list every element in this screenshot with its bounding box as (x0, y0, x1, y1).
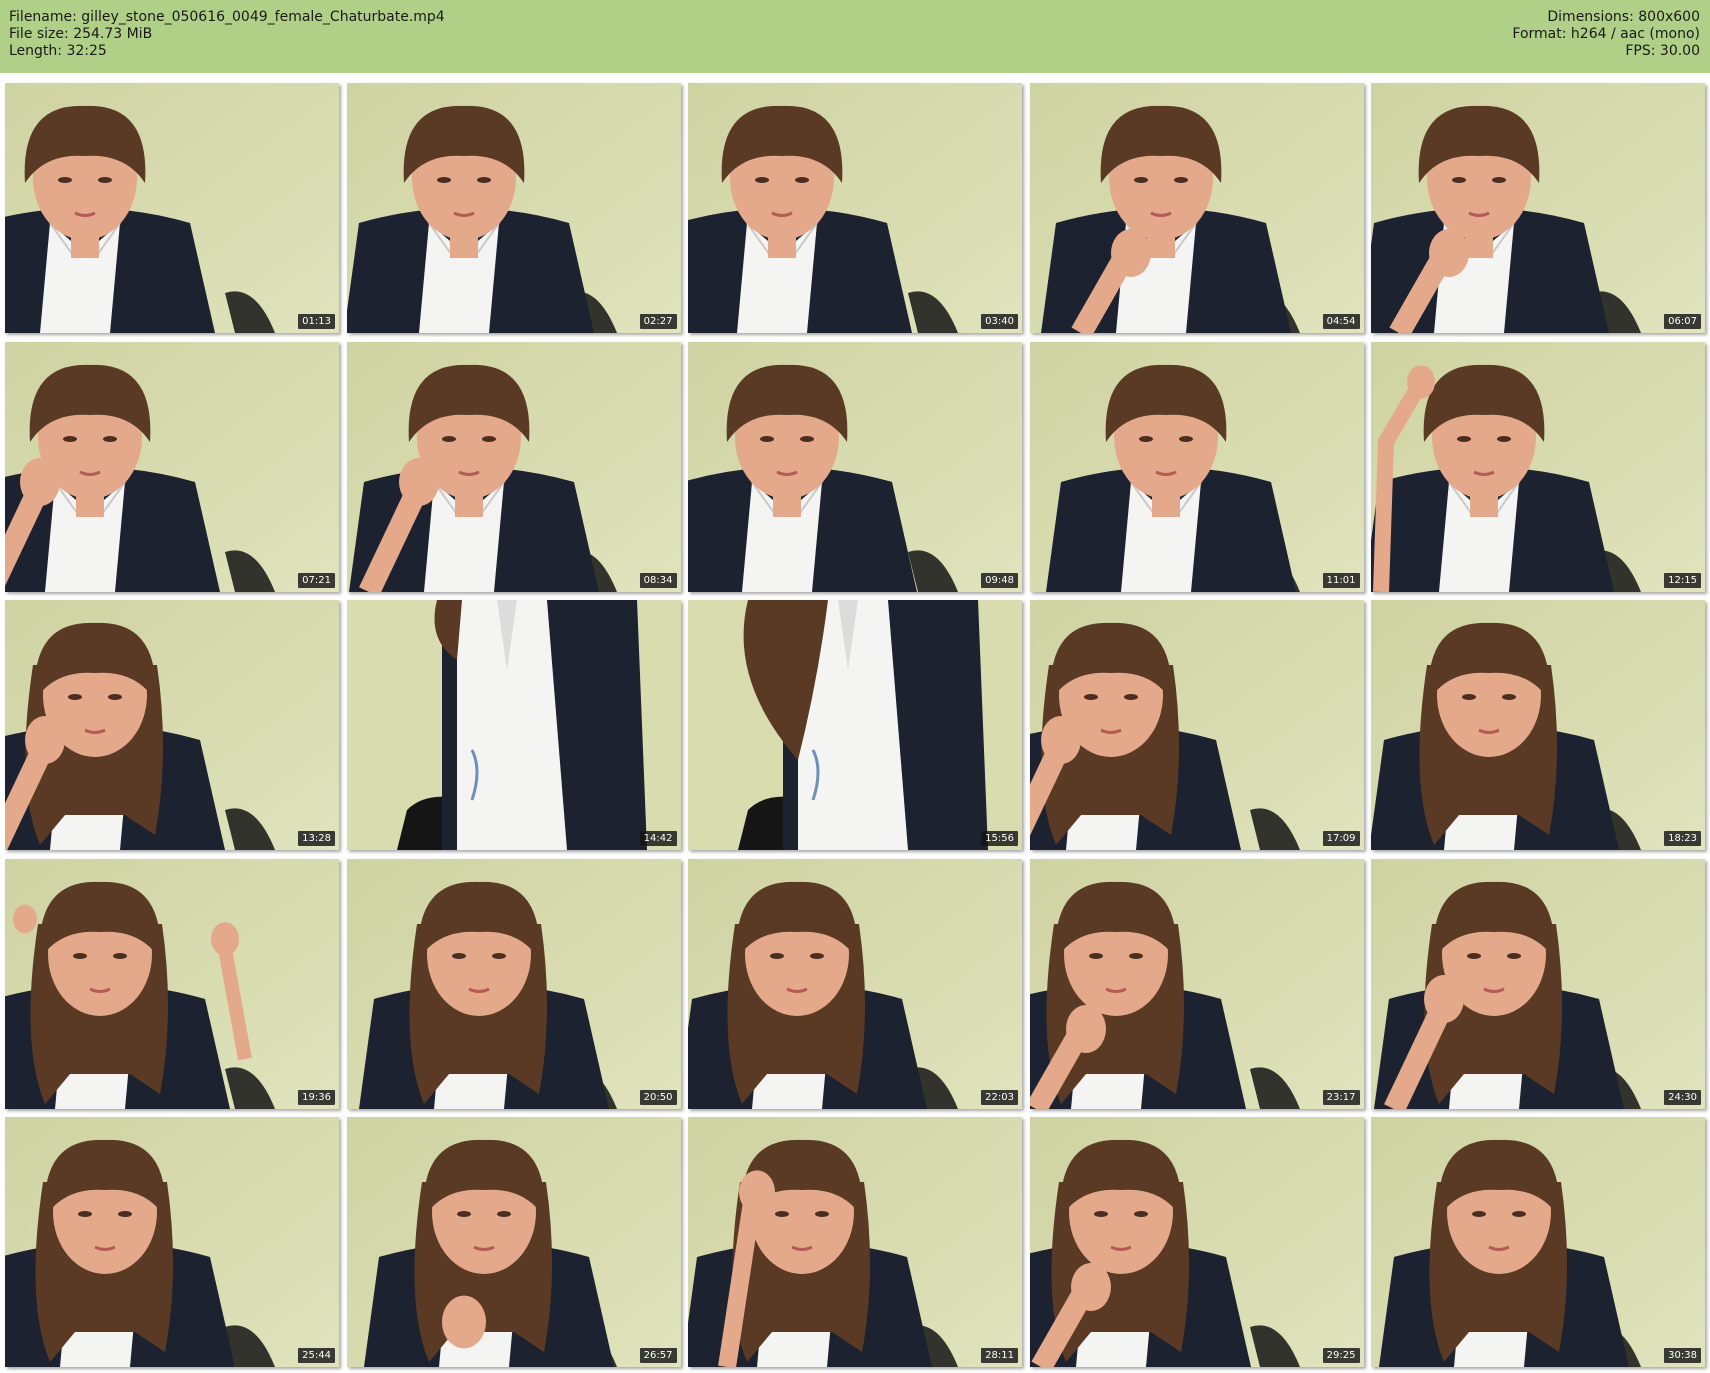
timestamp-label: 18:23 (1664, 831, 1701, 846)
thumbnail-frame-image (5, 600, 339, 850)
timestamp-label: 15:56 (981, 831, 1018, 846)
video-thumbnail: 23:17 (1029, 858, 1364, 1109)
timestamp-label: 06:07 (1664, 314, 1701, 329)
thumbnail-grid: 01:13 02:27 03:40 04:54 06:07 07:21 08:34 09:48… (5, 83, 1705, 1368)
video-info: Dimensions: 800x600 Format: h264 / aac (… (1512, 9, 1700, 60)
timestamp-label: 11:01 (1322, 572, 1360, 588)
thumbnail-frame-image (1371, 858, 1705, 1109)
video-thumbnail: 30:38 (1371, 1117, 1705, 1367)
thumbnail-frame-image (688, 83, 1022, 333)
timestamp-label: 26:57 (639, 1348, 677, 1363)
timestamp-label: 25:44 (298, 1348, 335, 1363)
thumbnail-frame-image (1029, 83, 1364, 333)
video-thumbnail: 26:57 (346, 1117, 681, 1367)
timestamp-label: 28:11 (981, 1348, 1018, 1363)
video-thumbnail: 04:54 (1029, 83, 1364, 333)
thumbnail-frame-image (5, 341, 339, 592)
timestamp-label: 12:15 (1664, 572, 1701, 588)
thumbnail-frame-image (5, 1117, 339, 1367)
timestamp-label: 01:13 (298, 314, 335, 329)
thumbnail-frame-image (688, 600, 1022, 850)
video-thumbnail: 22:03 (688, 858, 1022, 1109)
filesize-text: File size: 254.73 MiB (9, 26, 153, 42)
length-text: Length: 32:25 (9, 43, 107, 59)
timestamp-label: 02:27 (639, 314, 677, 329)
timestamp-label: 13:28 (298, 831, 335, 846)
timestamp-label: 19:36 (298, 1089, 335, 1105)
video-thumbnail: 17:09 (1029, 600, 1364, 850)
fps-text: FPS: 30.00 (1625, 43, 1700, 59)
thumbnail-frame-image (346, 600, 681, 850)
file-info: Filename: gilley_stone_050616_0049_femal… (9, 9, 445, 60)
video-thumbnail: 15:56 (688, 600, 1022, 850)
video-thumbnail: 20:50 (346, 858, 681, 1109)
timestamp-label: 04:54 (1322, 314, 1360, 329)
thumbnail-frame-image (1029, 858, 1364, 1109)
timestamp-label: 29:25 (1322, 1348, 1360, 1363)
format-text: Format: h264 / aac (mono) (1512, 26, 1700, 42)
thumbnail-frame-image (346, 858, 681, 1109)
video-thumbnail: 24:30 (1371, 858, 1705, 1109)
thumbnail-frame-image (1371, 83, 1705, 333)
timestamp-label: 20:50 (639, 1089, 677, 1105)
video-thumbnail: 06:07 (1371, 83, 1705, 333)
thumbnail-frame-image (5, 858, 339, 1109)
timestamp-label: 24:30 (1664, 1089, 1701, 1105)
dimensions-text: Dimensions: 800x600 (1547, 9, 1700, 25)
video-thumbnail: 01:13 (5, 83, 339, 333)
video-thumbnail: 12:15 (1371, 341, 1705, 592)
thumbnail-frame-image (346, 83, 681, 333)
filename-text: Filename: gilley_stone_050616_0049_femal… (9, 9, 445, 25)
video-thumbnail: 03:40 (688, 83, 1022, 333)
timestamp-label: 03:40 (981, 314, 1018, 329)
thumbnail-frame-image (346, 341, 681, 592)
thumbnail-frame-image (1029, 600, 1364, 850)
video-thumbnail: 28:11 (688, 1117, 1022, 1367)
video-thumbnail: 11:01 (1029, 341, 1364, 592)
video-thumbnail: 25:44 (5, 1117, 339, 1367)
video-thumbnail: 02:27 (346, 83, 681, 333)
video-thumbnail: 19:36 (5, 858, 339, 1109)
timestamp-label: 22:03 (981, 1089, 1018, 1105)
timestamp-label: 30:38 (1664, 1348, 1701, 1363)
video-thumbnail: 29:25 (1029, 1117, 1364, 1367)
timestamp-label: 09:48 (981, 572, 1018, 588)
thumbnail-frame-image (1371, 600, 1705, 850)
thumbnail-frame-image (1371, 341, 1705, 592)
thumbnail-frame-image (1371, 1117, 1705, 1367)
info-header: Filename: gilley_stone_050616_0049_femal… (0, 0, 1710, 73)
thumbnail-frame-image (1029, 341, 1364, 592)
thumbnail-frame-image (688, 858, 1022, 1109)
video-thumbnail: 18:23 (1371, 600, 1705, 850)
timestamp-label: 08:34 (639, 572, 677, 588)
video-thumbnail: 13:28 (5, 600, 339, 850)
thumbnail-frame-image (5, 83, 339, 333)
thumbnail-frame-image (346, 1117, 681, 1367)
timestamp-label: 23:17 (1322, 1089, 1360, 1105)
timestamp-label: 07:21 (298, 572, 335, 588)
thumbnail-frame-image (1029, 1117, 1364, 1367)
timestamp-label: 17:09 (1322, 831, 1360, 846)
video-thumbnail: 07:21 (5, 341, 339, 592)
video-thumbnail: 09:48 (688, 341, 1022, 592)
video-thumbnail: 14:42 (346, 600, 681, 850)
video-thumbnail: 08:34 (346, 341, 681, 592)
thumbnail-frame-image (688, 1117, 1022, 1367)
timestamp-label: 14:42 (639, 831, 677, 846)
thumbnail-frame-image (688, 341, 1022, 592)
